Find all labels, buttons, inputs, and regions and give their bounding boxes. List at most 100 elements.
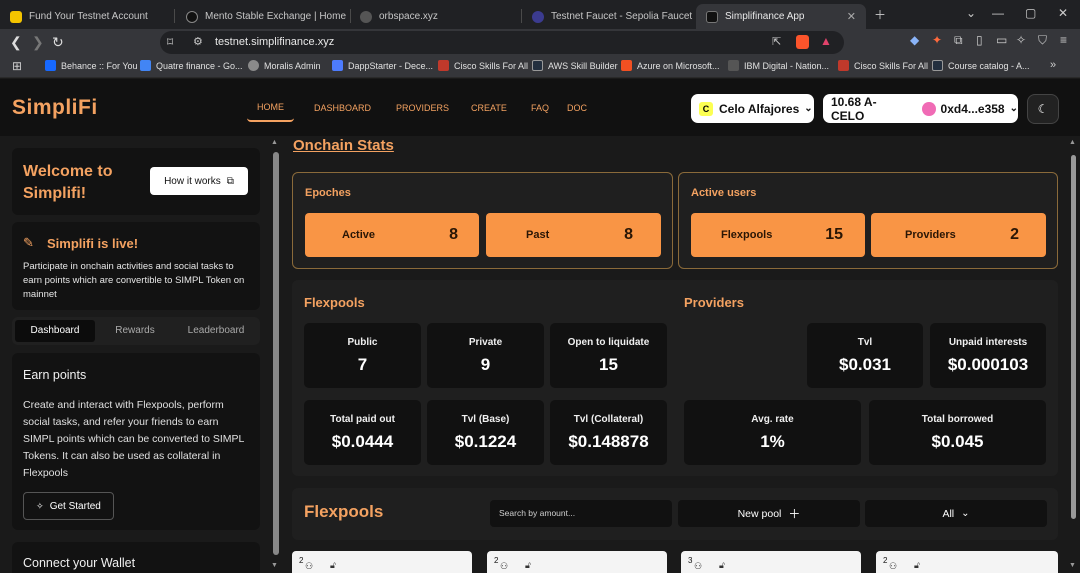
minimize-icon[interactable]: — bbox=[992, 6, 1004, 20]
bookmark-item[interactable]: Behance :: For You bbox=[45, 60, 138, 71]
users-icon: ⚇ bbox=[694, 561, 703, 571]
url-text[interactable]: testnet.simplifinance.xyz bbox=[215, 36, 334, 48]
tab-search-icon[interactable]: ⌄ bbox=[966, 6, 976, 20]
address-bar[interactable]: ⌑ ⚙ testnet.simplifinance.xyz ⇱ ▲ bbox=[160, 31, 844, 54]
bookmark-item[interactable]: Azure on Microsoft... bbox=[621, 60, 720, 71]
chevron-down-icon: ⌄ bbox=[961, 508, 970, 519]
earn-text: Create and interact with Flexpools, perf… bbox=[23, 399, 245, 479]
nav-dashboard[interactable]: DASHBOARD bbox=[314, 103, 371, 113]
nav-home[interactable]: HOME bbox=[247, 95, 294, 122]
bookmark-item[interactable]: Course catalog - A... bbox=[932, 60, 1030, 71]
active-users-panel: Active users Flexpools 15 Providers 2 bbox=[678, 172, 1058, 269]
scroll-up-icon[interactable]: ▲ bbox=[1069, 139, 1076, 146]
onchain-stats-title[interactable]: Onchain Stats bbox=[293, 137, 394, 154]
stat-avg-rate: Avg. rate 1% bbox=[684, 400, 861, 465]
new-tab-icon[interactable]: ＋ bbox=[874, 6, 886, 23]
wallet-icon[interactable]: ▭ bbox=[996, 33, 1007, 47]
nav-create[interactable]: CREATE bbox=[471, 103, 507, 113]
apps-grid-icon[interactable]: ⊞ bbox=[12, 59, 22, 73]
tab-leaderboard[interactable]: Leaderboard bbox=[180, 320, 252, 342]
simplifi-logo[interactable]: SimpliFi bbox=[12, 96, 98, 120]
main-scrollbar[interactable]: ▲ ▼ bbox=[1068, 139, 1078, 573]
stat-label: Providers bbox=[905, 229, 956, 241]
account-button[interactable]: 10.68 A-CELO 0xd4...e358 ⌄ bbox=[823, 94, 1018, 123]
close-tab-icon[interactable]: ✕ bbox=[847, 10, 856, 23]
back-icon[interactable]: ❮ bbox=[10, 34, 22, 51]
search-input[interactable]: Search by amount... bbox=[490, 500, 672, 527]
browser-tab[interactable]: Testnet Faucet - Sepolia Faucet by th bbox=[522, 4, 694, 29]
new-pool-button[interactable]: New pool ＋ bbox=[678, 500, 860, 527]
maximize-icon[interactable]: ▢ bbox=[1025, 6, 1036, 20]
tab-favicon-icon bbox=[360, 10, 372, 23]
stat-label: Total borrowed bbox=[921, 414, 994, 425]
sidebar-icon[interactable]: ▯ bbox=[976, 33, 983, 47]
extension-icon[interactable]: ✦ bbox=[932, 33, 942, 47]
network-selector[interactable]: C Celo Alfajores ⌄ bbox=[691, 94, 814, 123]
forward-icon[interactable]: ❯ bbox=[32, 34, 44, 51]
balance-text: 10.68 A-CELO bbox=[831, 94, 877, 123]
scroll-down-icon[interactable]: ▼ bbox=[1069, 562, 1076, 569]
browser-tab[interactable]: orbspace.xyz bbox=[350, 4, 522, 29]
providers-users-stat: Providers 2 bbox=[871, 213, 1046, 257]
bookmark-item[interactable]: Quatre finance - Go... bbox=[140, 60, 243, 71]
more-bookmarks-icon[interactable]: » bbox=[1050, 59, 1056, 71]
nav-doc[interactable]: DOC bbox=[567, 103, 587, 113]
stat-label: Past bbox=[526, 229, 550, 241]
tab-rewards[interactable]: Rewards bbox=[100, 320, 170, 342]
bookmark-item[interactable]: Cisco Skills For All bbox=[838, 60, 928, 71]
live-title: Simplifi is live! bbox=[47, 236, 139, 251]
filter-select[interactable]: All ⌄ bbox=[865, 500, 1047, 527]
pool-card[interactable]: 2 ⚇ 🔓︎ bbox=[876, 551, 1058, 573]
stat-label: Active bbox=[342, 229, 376, 241]
bookmark-label: AWS Skill Builder bbox=[548, 60, 618, 71]
brave-shields-icon[interactable] bbox=[796, 35, 809, 49]
theme-toggle-button[interactable]: ☾ bbox=[1027, 94, 1059, 124]
brave-rewards-icon[interactable]: ▲ bbox=[820, 34, 832, 48]
extension-icon[interactable]: ◆ bbox=[910, 33, 919, 47]
menu-icon[interactable]: ≡ bbox=[1060, 33, 1067, 47]
nav-providers[interactable]: PROVIDERS bbox=[396, 103, 449, 113]
get-started-button[interactable]: ✧ Get Started bbox=[23, 492, 114, 520]
extensions-puzzle-icon[interactable]: ⧉ bbox=[954, 33, 963, 48]
sidebar-scrollbar[interactable]: ▲ ▼ bbox=[271, 139, 281, 573]
epoches-panel: Epoches Active 8 Past 8 bbox=[292, 172, 673, 269]
bookmark-item[interactable]: Moralis Admin bbox=[248, 60, 321, 71]
how-it-works-button[interactable]: How it works ⧉ bbox=[150, 167, 248, 195]
scrollbar-thumb[interactable] bbox=[273, 152, 279, 555]
scrollbar-thumb[interactable] bbox=[1071, 155, 1076, 519]
bookmark-label: Quatre finance - Go... bbox=[156, 60, 243, 71]
flexpools-toolbar: Flexpools Search by amount... New pool ＋… bbox=[292, 488, 1058, 540]
lock-icon: 🔓︎ bbox=[525, 560, 531, 570]
browser-tab[interactable]: Fund Your Testnet Account bbox=[0, 4, 172, 29]
leo-ai-icon[interactable]: ✧ bbox=[1016, 33, 1026, 47]
celo-logo-icon: C bbox=[699, 101, 713, 116]
nav-faq[interactable]: FAQ bbox=[531, 103, 549, 113]
live-announcement-card: ✎ Simplifi is live! Participate in oncha… bbox=[12, 222, 260, 310]
site-info-icon[interactable]: ⚙ bbox=[193, 35, 203, 48]
bookmark-item[interactable]: DappStarter - Dece... bbox=[332, 60, 433, 71]
bookmark-icon[interactable]: ⌑ bbox=[167, 35, 173, 49]
stat-label: Private bbox=[468, 337, 503, 348]
tab-title: Simplifinance App bbox=[725, 11, 805, 22]
bookmark-item[interactable]: IBM Digital - Nation... bbox=[728, 60, 829, 71]
browser-tab-active[interactable]: Simplifinance App ✕ bbox=[696, 4, 866, 29]
reload-icon[interactable]: ↻ bbox=[52, 34, 64, 51]
lock-icon: 🔓︎ bbox=[914, 560, 920, 570]
pool-card[interactable]: 2 ⚇ 🔓︎ bbox=[292, 551, 472, 573]
earn-title: Earn points bbox=[23, 368, 87, 382]
close-window-icon[interactable]: ✕ bbox=[1058, 6, 1068, 20]
bookmark-favicon-icon bbox=[332, 60, 343, 71]
pool-card[interactable]: 2 ⚇ 🔓︎ bbox=[487, 551, 667, 573]
tab-dashboard[interactable]: Dashboard bbox=[15, 320, 95, 342]
scroll-down-icon[interactable]: ▼ bbox=[271, 562, 278, 569]
share-icon[interactable]: ⇱ bbox=[772, 35, 781, 48]
bookmark-item[interactable]: Cisco Skills For All bbox=[438, 60, 528, 71]
vpn-icon[interactable]: ⛉ bbox=[1038, 33, 1047, 48]
lock-icon: 🔓︎ bbox=[330, 560, 336, 570]
pool-card[interactable]: 3 ⚇ 🔓︎ bbox=[681, 551, 861, 573]
earn-points-card: Earn points Create and interact with Fle… bbox=[12, 353, 260, 530]
bookmark-item[interactable]: AWS Skill Builder bbox=[532, 60, 618, 71]
browser-tab[interactable]: Mento Stable Exchange | Home bbox=[176, 4, 348, 29]
scroll-up-icon[interactable]: ▲ bbox=[271, 139, 278, 146]
stat-value: 15 bbox=[599, 355, 618, 374]
